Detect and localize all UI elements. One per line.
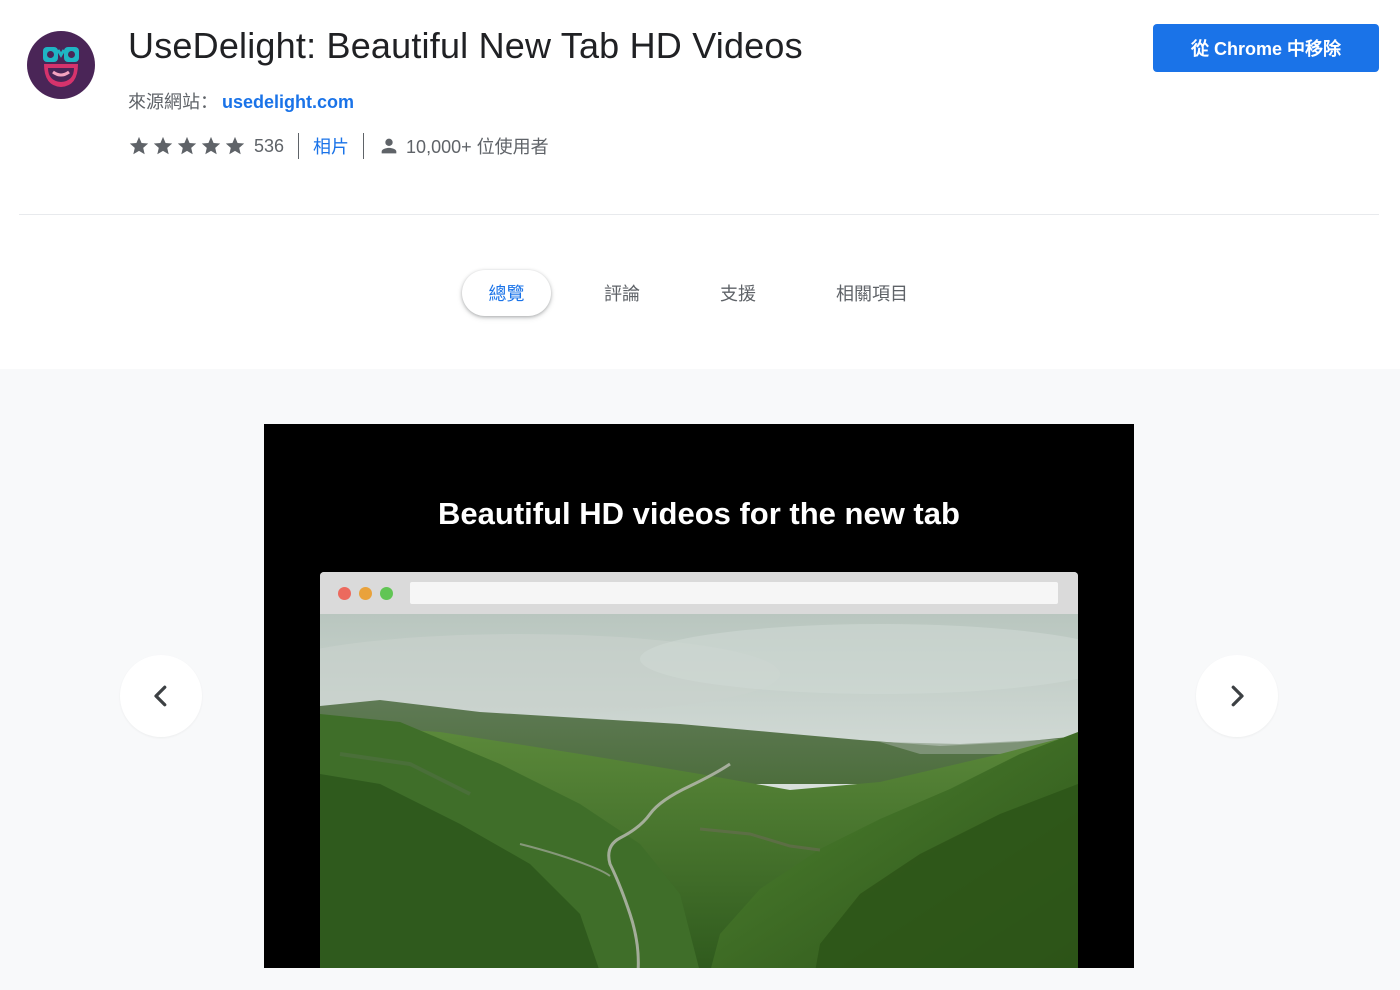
meta-row: 536 相片 10,000+ 位使用者: [128, 132, 549, 160]
star-icon: [153, 136, 173, 155]
remove-from-chrome-button[interactable]: 從 Chrome 中移除: [1153, 24, 1379, 72]
chevron-left-icon: [154, 685, 167, 707]
usedelight-logo: [27, 31, 95, 99]
user-icon: [381, 138, 397, 154]
extension-title: UseDelight: Beautiful New Tab HD Videos: [128, 25, 803, 66]
separator: [298, 133, 300, 159]
photos-link[interactable]: 相片: [313, 133, 349, 159]
tab-bar: 總覽 評論 支援 相關項目: [0, 270, 1400, 318]
tab-support[interactable]: 支援: [702, 270, 774, 316]
rating-stars[interactable]: [128, 135, 246, 157]
header-divider: [19, 214, 1379, 215]
tab-overview[interactable]: 總覽: [462, 270, 551, 316]
window-maximize-dot: [380, 587, 393, 600]
browser-toolbar: [320, 572, 1078, 614]
chevron-right-icon: [1231, 685, 1244, 707]
slide-heading: Beautiful HD videos for the new tab: [438, 496, 960, 531]
browser-mockup: [320, 572, 1078, 968]
star-icon: [225, 136, 245, 155]
url-bar: [410, 582, 1058, 604]
separator: [363, 133, 365, 159]
star-icon: [129, 136, 149, 155]
user-count: 10,000+ 位使用者: [406, 137, 549, 157]
gallery-slide[interactable]: Beautiful HD videos for the new tab: [264, 424, 1134, 968]
tab-reviews[interactable]: 評論: [586, 270, 658, 316]
landscape-video-preview: [320, 614, 1078, 968]
gallery-next-button[interactable]: [1196, 655, 1278, 737]
rating-count[interactable]: 536: [254, 136, 284, 157]
star-icon: [201, 136, 221, 155]
source-row: 來源網站： usedelight.com: [128, 88, 354, 114]
source-link[interactable]: usedelight.com: [222, 92, 354, 112]
tab-related[interactable]: 相關項目: [818, 270, 926, 316]
source-label: 來源網站：: [128, 92, 218, 112]
star-icon: [177, 136, 197, 155]
window-close-dot: [338, 587, 351, 600]
gallery-prev-button[interactable]: [120, 655, 202, 737]
screenshot-gallery: Beautiful HD videos for the new tab: [0, 369, 1400, 990]
window-minimize-dot: [359, 587, 372, 600]
